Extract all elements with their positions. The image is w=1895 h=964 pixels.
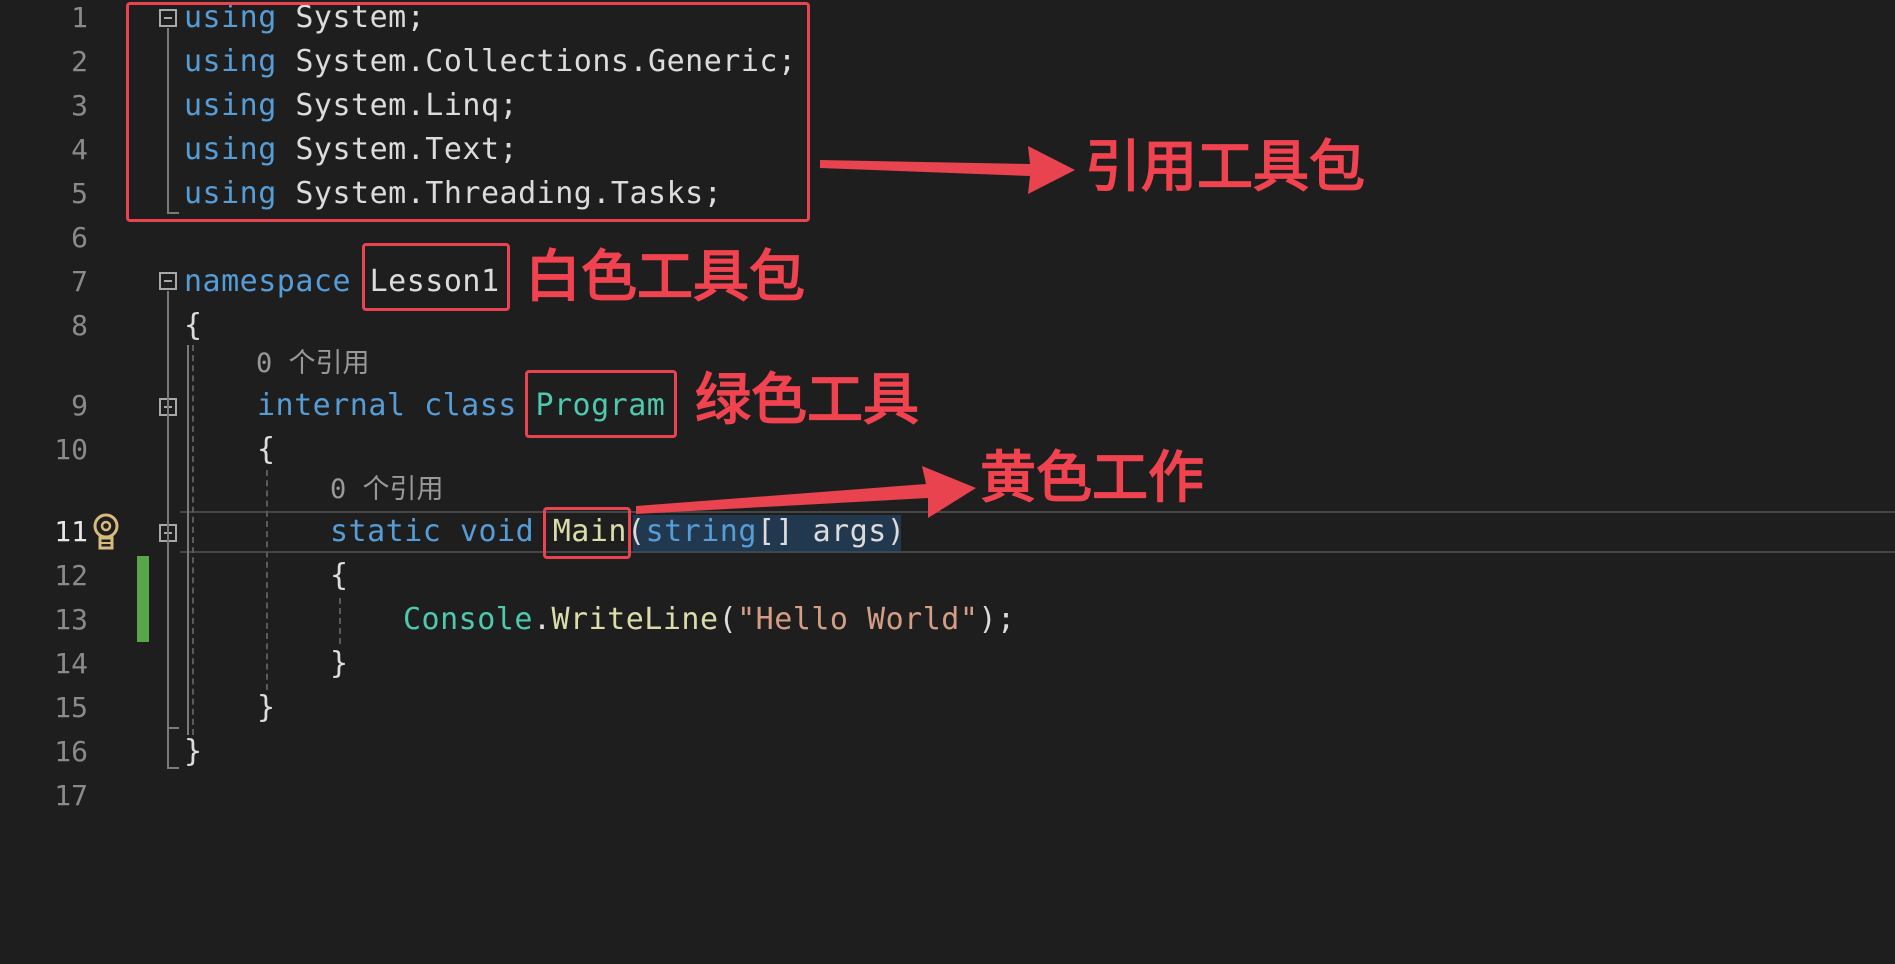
indent-guide: [339, 598, 341, 644]
code-line-16[interactable]: }: [184, 730, 203, 774]
line-number[interactable]: 3: [30, 84, 88, 128]
code-line-12[interactable]: {: [330, 554, 349, 598]
code-token: WriteLine: [551, 602, 719, 637]
code-line-8[interactable]: {: [184, 304, 203, 348]
line-number[interactable]: 9: [30, 384, 88, 428]
code-line-13[interactable]: Console.WriteLine("Hello World");: [403, 598, 1016, 642]
code-token: {: [330, 558, 349, 593]
change-indicator-bar: [137, 556, 149, 642]
annotation-namespace-label: 白色工具包: [525, 245, 805, 310]
annotation-method-label: 黄色工作: [980, 446, 1204, 511]
annotation-class-label: 绿色工具: [695, 368, 919, 433]
code-token: .: [532, 602, 552, 637]
code-line-14[interactable]: }: [330, 642, 349, 686]
line-number[interactable]: 14: [30, 642, 88, 686]
code-line-15[interactable]: }: [257, 686, 276, 730]
line-number[interactable]: 4: [30, 128, 88, 172]
codelens-references[interactable]: 0 个引用: [330, 470, 444, 510]
code-token: class: [424, 388, 517, 423]
line-number[interactable]: 8: [30, 304, 88, 348]
line-number[interactable]: 15: [30, 686, 88, 730]
line-number[interactable]: 5: [30, 172, 88, 216]
code-token: }: [184, 734, 203, 769]
code-token: {: [257, 432, 276, 467]
lightbulb-icon[interactable]: [90, 512, 122, 552]
arrow-icon: [636, 466, 976, 518]
line-number[interactable]: 1: [30, 0, 88, 40]
code-token: static: [330, 514, 442, 549]
indent-guide: [187, 345, 189, 735]
usings-highlight-box: [126, 2, 810, 222]
code-token: internal: [257, 388, 406, 423]
code-token: {: [184, 308, 203, 343]
code-token: Console: [403, 602, 533, 637]
method-highlight-box: [543, 507, 631, 559]
namespace-highlight-box: [362, 243, 510, 311]
line-number[interactable]: 10: [30, 428, 88, 472]
arrow-icon: [820, 146, 1075, 194]
line-number-active[interactable]: 11: [30, 510, 88, 554]
code-editor[interactable]: 1 2 3 4 5 6 7 8 9 10 11 12 13 14 15 16 1…: [0, 0, 1895, 964]
line-number[interactable]: 13: [30, 598, 88, 642]
outline-line: [167, 727, 179, 729]
code-line-10[interactable]: {: [257, 428, 276, 472]
code-token: void: [459, 514, 535, 549]
line-number[interactable]: 2: [30, 40, 88, 84]
codelens-references[interactable]: 0 个引用: [256, 344, 370, 384]
code-token: "Hello World": [737, 602, 979, 637]
code-token: }: [257, 690, 276, 725]
code-token: }: [330, 646, 349, 681]
line-number[interactable]: 17: [30, 774, 88, 818]
indent-guide: [266, 470, 268, 690]
line-number[interactable]: 12: [30, 554, 88, 598]
line-number[interactable]: 7: [30, 260, 88, 304]
code-token: );: [978, 602, 1016, 637]
code-token: namespace: [184, 264, 352, 299]
collapse-toggle-icon[interactable]: [159, 272, 177, 290]
line-number[interactable]: 16: [30, 730, 88, 774]
indent-guide: [192, 345, 194, 735]
outline-line: [167, 767, 179, 769]
code-token: (: [718, 602, 738, 637]
line-number[interactable]: 6: [30, 216, 88, 260]
annotation-usings-label: 引用工具包: [1085, 135, 1365, 200]
class-highlight-box: [525, 370, 677, 438]
outline-line: [167, 291, 169, 767]
